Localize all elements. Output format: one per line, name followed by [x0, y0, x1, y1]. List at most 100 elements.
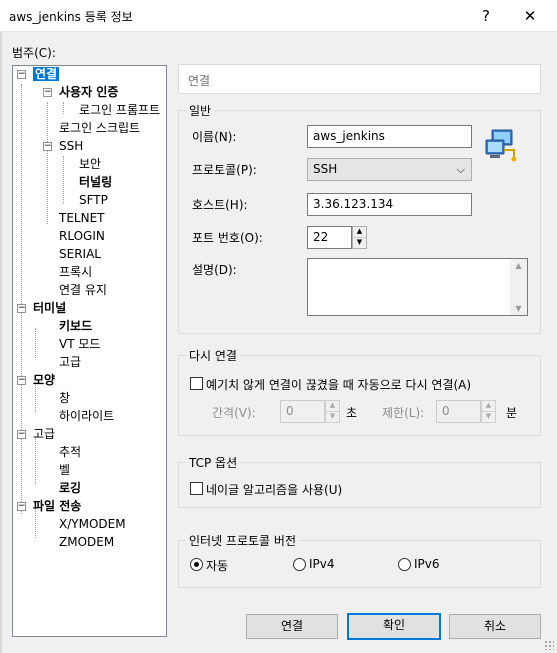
tree-item-user-auth[interactable]: 사용자 인증 [59, 84, 118, 100]
limit-field[interactable]: 0 [436, 400, 481, 423]
tree-item-login-prompt[interactable]: 로그인 프롬프트 [79, 102, 160, 118]
window-title: aws_jenkins 등록 정보 [9, 10, 133, 24]
tree-item-label: 로깅 [59, 481, 82, 495]
tree-item-label: 고급 [59, 355, 82, 369]
tree-item-advanced[interactable]: 고급 [33, 426, 55, 442]
window-edge [0, 32, 2, 653]
tree-item-telnet[interactable]: TELNET [59, 210, 105, 226]
radio-ipv4-label: IPv4 [309, 557, 335, 571]
close-button[interactable]: ✕ [515, 4, 545, 28]
protocol-value: SSH [313, 162, 338, 176]
tree-item-file-transfer[interactable]: 파일 전송 [33, 498, 81, 514]
description-field[interactable]: ▲ ▼ [307, 258, 528, 316]
tree-item-label: 추적 [59, 445, 82, 459]
port-label: 포트 번호(O): [192, 231, 263, 245]
tree-item-security[interactable]: 보안 [79, 156, 101, 172]
auto-reconnect-checkbox[interactable] [190, 377, 203, 390]
tree-item-zmodem[interactable]: ZMODEM [59, 534, 114, 550]
tree-item-serial[interactable]: SERIAL [59, 246, 101, 262]
spin-down-icon[interactable]: ▼ [326, 412, 339, 423]
host-field[interactable]: 3.36.123.134 [307, 193, 472, 216]
tree-item-keepalive[interactable]: 연결 유지 [59, 282, 107, 298]
tree-item-label: 로그인 프롬프트 [79, 103, 161, 117]
tree-item-window[interactable]: 창 [59, 390, 70, 406]
port-stepper[interactable]: ▲ ▼ [352, 226, 367, 249]
tree-item-ssh[interactable]: SSH [59, 138, 83, 154]
tree-item-label: 벨 [59, 463, 71, 477]
collapse-icon[interactable]: − [17, 70, 26, 79]
auto-reconnect-label: 예기치 않게 연결이 끊겼을 때 자동으로 다시 연결(A) [206, 378, 472, 392]
tree-item-terminal-advanced[interactable]: 고급 [59, 354, 81, 370]
ok-button[interactable]: 확인 [347, 613, 441, 640]
limit-stepper[interactable]: ▲ ▼ [481, 400, 496, 423]
general-legend: 일반 [186, 102, 215, 119]
category-tree[interactable]: − − − − − − − 연결 사용자 인증 로그인 프롬프트 로그인 스크립… [12, 65, 167, 637]
tree-item-label: 터미널 [33, 301, 67, 315]
tree-item-label: RLOGIN [59, 229, 105, 243]
tree-item-vt-mode[interactable]: VT 모드 [59, 336, 100, 352]
spin-up-icon[interactable]: ▲ [353, 227, 366, 238]
help-button[interactable]: ? [471, 4, 501, 28]
spin-down-icon[interactable]: ▼ [353, 238, 366, 249]
collapse-icon[interactable]: − [17, 376, 26, 385]
connect-button[interactable]: 연결 [246, 614, 338, 639]
protocol-select[interactable]: SSH ⌵ [307, 158, 472, 181]
spin-up-icon[interactable]: ▲ [482, 401, 495, 412]
tree-item-terminal[interactable]: 터미널 [33, 300, 66, 316]
collapse-icon[interactable]: − [17, 304, 26, 313]
tree-line [63, 156, 64, 204]
collapse-icon[interactable]: − [17, 430, 26, 439]
tree-item-bell[interactable]: 벨 [59, 462, 70, 478]
tree-item-appearance[interactable]: 모양 [33, 372, 55, 388]
collapse-icon[interactable]: − [17, 502, 26, 511]
tree-item-label: 파일 전송 [33, 499, 82, 513]
scroll-up-icon[interactable]: ▲ [510, 261, 527, 270]
tree-line [21, 84, 22, 514]
tree-item-label: 모양 [33, 373, 56, 387]
tree-line [35, 328, 36, 358]
tree-item-label: TELNET [59, 211, 105, 225]
category-label: 범주(C): [12, 46, 56, 60]
interval-label: 간격(V): [212, 406, 256, 420]
radio-auto[interactable] [190, 558, 203, 571]
cancel-button[interactable]: 취소 [449, 614, 541, 639]
spin-up-icon[interactable]: ▲ [326, 401, 339, 412]
tree-item-label: 로그인 스크립트 [59, 121, 141, 135]
spin-down-icon[interactable]: ▼ [482, 412, 495, 423]
radio-ipv4[interactable] [293, 558, 306, 571]
reconnect-legend: 다시 연결 [186, 347, 240, 364]
scroll-down-icon[interactable]: ▼ [510, 304, 527, 313]
tree-item-highlight[interactable]: 하이라이트 [59, 408, 114, 424]
title-bar: aws_jenkins 등록 정보 ? ✕ [0, 0, 557, 32]
network-computer-icon [484, 128, 520, 164]
collapse-icon[interactable]: − [43, 142, 52, 151]
tree-item-label: VT 모드 [59, 337, 101, 351]
description-scrollbar[interactable]: ▲ ▼ [510, 259, 527, 315]
tree-item-login-script[interactable]: 로그인 스크립트 [59, 120, 140, 136]
port-field[interactable]: 22 [307, 226, 352, 249]
tcp-legend: TCP 옵션 [186, 454, 241, 471]
tree-item-label: 고급 [33, 427, 56, 441]
tree-item-proxy[interactable]: 프록시 [59, 264, 92, 280]
description-label: 설명(D): [192, 263, 237, 277]
tree-item-keyboard[interactable]: 키보드 [59, 318, 92, 334]
radio-ipv6[interactable] [398, 558, 411, 571]
tree-item-tunneling[interactable]: 터널링 [79, 174, 112, 190]
tree-item-connection[interactable]: 연결 [33, 66, 60, 82]
tree-item-rlogin[interactable]: RLOGIN [59, 228, 105, 244]
tree-item-xymodem[interactable]: X/YMODEM [59, 516, 126, 532]
nagle-label: 네이글 알고리즘을 사용(U) [206, 483, 343, 497]
limit-unit: 분 [506, 406, 518, 420]
tree-item-trace[interactable]: 추적 [59, 444, 81, 460]
collapse-icon[interactable]: − [43, 88, 52, 97]
interval-field[interactable]: 0 [280, 400, 325, 423]
tree-item-sftp[interactable]: SFTP [79, 192, 108, 208]
tree-item-label: 하이라이트 [59, 409, 115, 423]
resize-grip[interactable] [544, 640, 554, 650]
tree-item-logging[interactable]: 로깅 [59, 480, 81, 496]
tree-item-label: SFTP [79, 193, 108, 207]
interval-stepper[interactable]: ▲ ▼ [325, 400, 340, 423]
tree-item-label: 사용자 인증 [59, 85, 119, 99]
name-field[interactable]: aws_jenkins [307, 125, 472, 148]
nagle-checkbox[interactable] [190, 482, 203, 495]
